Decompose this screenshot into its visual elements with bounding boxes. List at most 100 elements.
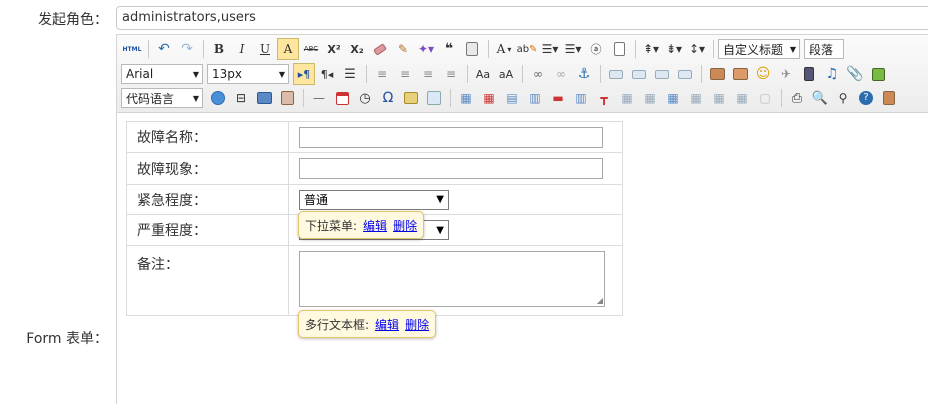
blockquote-button[interactable]: ❝	[438, 38, 460, 60]
paragraph-select[interactable]: 段落	[804, 39, 844, 59]
subscript-button[interactable]: X₂	[346, 38, 368, 60]
urgency-select[interactable]: 普通 ▼	[299, 189, 449, 210]
undo-icon[interactable]: ↶	[153, 38, 175, 60]
date-icon[interactable]	[331, 87, 353, 109]
help-icon[interactable]: ?	[855, 87, 877, 109]
editor-content-area[interactable]: 故障名称： 故障现象： 紧急程度： 普通 ▼ 严重程度： ▼ 备注： ◢ 下拉菜…	[117, 114, 928, 414]
eraser-icon[interactable]	[369, 38, 391, 60]
justify-full-icon[interactable]: ≡	[440, 63, 462, 85]
unordered-list-icon[interactable]: ☰▾	[562, 38, 584, 60]
font-size-select[interactable]: 13px ▼	[207, 64, 289, 84]
backcolor-icon[interactable]: ab ✎	[516, 38, 538, 60]
resize-grip-icon[interactable]: ◢	[597, 297, 603, 305]
paste-plain-icon[interactable]	[461, 38, 483, 60]
forecolor-button[interactable]: A ▾	[493, 38, 515, 60]
split-cols-icon[interactable]: ▦	[731, 87, 753, 109]
unlink-icon[interactable]: ∞	[550, 63, 572, 85]
print-icon[interactable]: ⎙	[786, 87, 808, 109]
remarks-textarea[interactable]: ◢	[299, 251, 605, 307]
multi-image-icon[interactable]	[729, 63, 751, 85]
urgency-select-value: 普通	[304, 193, 329, 207]
insert-paragraph-before-table-icon[interactable]: ▤	[501, 87, 523, 109]
font-family-select[interactable]: Arial ▼	[121, 64, 203, 84]
clear-doc-icon[interactable]	[608, 38, 630, 60]
merge-cells-icon[interactable]: ▦	[616, 87, 638, 109]
superscript-button[interactable]: X²	[323, 38, 345, 60]
search-icon[interactable]: ⚲	[832, 87, 854, 109]
font-family-cn-value: 代码语言	[126, 91, 175, 106]
merge-right-icon[interactable]: ▦	[639, 87, 661, 109]
preview-icon[interactable]: 🔍	[809, 87, 831, 109]
role-input[interactable]: administrators,users	[116, 6, 928, 30]
horizontal-rule-icon[interactable]: —	[308, 87, 330, 109]
music-icon[interactable]: ♫	[821, 63, 843, 85]
image-none-icon[interactable]	[605, 63, 627, 85]
custom-title-select[interactable]: 自定义标题 ▼	[718, 39, 800, 59]
delete-col-icon[interactable]: ┳	[593, 87, 615, 109]
insert-table-icon[interactable]: ▦	[455, 87, 477, 109]
merge-down-icon[interactable]: ▦	[662, 87, 684, 109]
scrawl-icon[interactable]: ✈	[775, 63, 797, 85]
globe-icon[interactable]	[207, 87, 229, 109]
drafts-icon[interactable]	[878, 87, 900, 109]
font-border-button[interactable]: A	[277, 38, 299, 60]
image-center-icon[interactable]	[674, 63, 696, 85]
fault-symptom-input[interactable]	[299, 158, 603, 179]
split-rows-icon[interactable]: ▦	[708, 87, 730, 109]
line-height-icon[interactable]: ↕▾	[686, 38, 708, 60]
textarea-edit-link[interactable]: 编辑	[375, 316, 399, 333]
template-icon[interactable]	[253, 87, 275, 109]
delete-table-icon[interactable]: ▦	[478, 87, 500, 109]
separator	[635, 40, 636, 58]
insert-video-icon[interactable]	[798, 63, 820, 85]
fault-name-input[interactable]	[299, 126, 603, 148]
separator	[522, 65, 523, 83]
ltr-direction-icon[interactable]: ▸¶	[293, 63, 315, 85]
search-replace-icon[interactable]	[400, 87, 422, 109]
textarea-delete-link[interactable]: 删除	[405, 316, 429, 333]
case-upper-icon[interactable]: Aa	[472, 63, 494, 85]
link-icon[interactable]: ∞	[527, 63, 549, 85]
delete-row-icon[interactable]: ▬	[547, 87, 569, 109]
case-lower-icon[interactable]: aA	[495, 63, 517, 85]
italic-button[interactable]: I	[231, 38, 253, 60]
insert-row-icon[interactable]: ▥	[524, 87, 546, 109]
insert-col-icon[interactable]: ▥	[570, 87, 592, 109]
table-cell	[288, 121, 623, 153]
strikethrough-button[interactable]: ABC	[300, 38, 322, 60]
toolbar-row-1: HTML ↶ ↷ B I U A ABC X² X₂ ✎ ✦▾ ❝ A ▾ ab ✎…	[121, 37, 848, 61]
table-props-icon[interactable]: ▢	[754, 87, 776, 109]
attachment-icon[interactable]: 📎	[844, 63, 866, 85]
insert-image-icon[interactable]	[706, 63, 728, 85]
justify-center-icon[interactable]: ≡	[394, 63, 416, 85]
format-brush-icon[interactable]: ✎	[392, 38, 414, 60]
page-break-icon[interactable]: ⊟	[230, 87, 252, 109]
indent-icon[interactable]: ☰	[339, 63, 361, 85]
background-icon[interactable]	[276, 87, 298, 109]
justify-left-icon[interactable]: ≡	[371, 63, 393, 85]
dropdown-edit-link[interactable]: 编辑	[363, 217, 387, 234]
map-icon[interactable]	[867, 63, 889, 85]
select-all-icon[interactable]: ⓐ	[585, 38, 607, 60]
chevron-down-icon: ▼	[192, 69, 199, 79]
font-family-cn-select[interactable]: 代码语言 ▼	[121, 88, 203, 108]
ordered-list-icon[interactable]: ☰▾	[539, 38, 561, 60]
justify-right-icon[interactable]: ≡	[417, 63, 439, 85]
redo-icon[interactable]: ↷	[176, 38, 198, 60]
dropdown-delete-link[interactable]: 删除	[393, 217, 417, 234]
anchor-icon[interactable]: ⚓	[573, 63, 595, 85]
magic-wand-icon[interactable]: ✦▾	[415, 38, 437, 60]
image-left-icon[interactable]	[628, 63, 650, 85]
split-cells-icon[interactable]: ▦	[685, 87, 707, 109]
row-spacing-top-icon[interactable]: ⇞▾	[640, 38, 662, 60]
emotion-icon[interactable]: ☺	[752, 63, 774, 85]
time-icon[interactable]: ◷	[354, 87, 376, 109]
image-right-icon[interactable]	[651, 63, 673, 85]
underline-button[interactable]: U	[254, 38, 276, 60]
bold-button[interactable]: B	[208, 38, 230, 60]
special-chars-button[interactable]: Ω	[377, 87, 399, 109]
html-source-button[interactable]: HTML	[121, 38, 143, 60]
rtl-direction-icon[interactable]: ¶◂	[316, 63, 338, 85]
word-image-icon[interactable]	[423, 87, 445, 109]
row-spacing-bottom-icon[interactable]: ⇟▾	[663, 38, 685, 60]
